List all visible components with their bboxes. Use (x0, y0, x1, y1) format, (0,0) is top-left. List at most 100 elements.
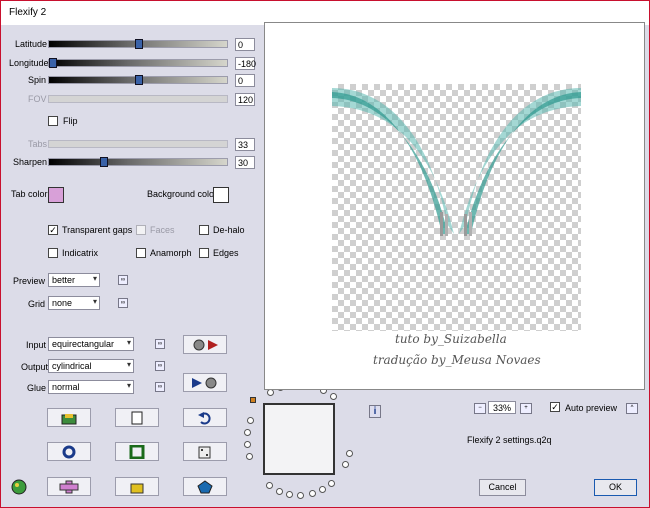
anamorph-checkbox[interactable] (136, 248, 146, 258)
ring-dot[interactable] (342, 461, 350, 469)
transparent-gaps-label: Transparent gaps (62, 225, 133, 235)
plus-icon (59, 480, 79, 493)
latitude-label: Latitude (15, 39, 48, 49)
plus-tool-button[interactable] (47, 477, 91, 496)
cube-icon (130, 483, 144, 493)
link-icon[interactable]: ∞ (118, 275, 128, 285)
output-select-value: cylindrical (52, 361, 92, 371)
longitude-slider[interactable] (48, 58, 228, 68)
link-icon[interactable]: ∞ (118, 298, 128, 308)
undo-button[interactable] (183, 408, 227, 427)
sharpen-label: Sharpen (13, 157, 48, 167)
preview-pane[interactable]: tuto by_Suizabella tradução by_Meusa Nov… (264, 22, 645, 390)
anchor-handle[interactable] (250, 397, 256, 403)
background-color-swatch[interactable] (213, 187, 229, 203)
info-icon[interactable]: i (369, 405, 381, 418)
input-select[interactable]: equirectangular ▾ (48, 337, 134, 351)
globe-arrow-icon (193, 339, 218, 350)
edges-label: Edges (213, 248, 239, 258)
latitude-thumb[interactable] (135, 39, 143, 49)
zoom-in-button[interactable]: + (520, 403, 532, 414)
chevron-down-icon: ▾ (126, 381, 131, 390)
spin-value[interactable]: 0 (235, 74, 255, 87)
swap-input-button[interactable] (183, 335, 227, 354)
longitude-label: Longitude (9, 58, 49, 68)
expand-button[interactable]: ^ (626, 403, 638, 414)
spin-thumb[interactable] (135, 75, 143, 85)
zoom-out-button[interactable]: − (474, 403, 486, 414)
link-icon[interactable]: ∞ (155, 361, 165, 371)
fov-value: 120 (235, 93, 255, 106)
ring-dot[interactable] (346, 449, 354, 457)
circle-tool-button[interactable] (47, 442, 91, 461)
auto-preview-label: Auto preview (565, 403, 618, 413)
flexify-dialog: Flexify 2 Latitude 0 Longitude -180 Spin… (0, 0, 650, 508)
auto-preview-checkbox[interactable]: ✓ (550, 402, 560, 412)
ring-dot[interactable] (275, 487, 283, 495)
ring-dot[interactable] (246, 417, 254, 425)
open-preset-button[interactable] (47, 408, 91, 427)
ring-dot[interactable] (244, 429, 252, 437)
pentagon-icon (197, 479, 213, 493)
tab-color-swatch[interactable] (48, 187, 64, 203)
ring-dot[interactable] (246, 452, 254, 460)
grid-label: Grid (28, 299, 46, 309)
chevron-down-icon: ▾ (126, 338, 131, 347)
pentagon-tool-button[interactable] (183, 477, 227, 496)
flip-checkbox[interactable] (48, 116, 58, 126)
ring-dot[interactable] (286, 491, 294, 499)
zoom-value: 33% (488, 401, 516, 414)
spin-label: Spin (28, 75, 47, 85)
ring-dot[interactable] (328, 479, 336, 487)
dehalo-checkbox[interactable] (199, 225, 209, 235)
longitude-value[interactable]: -180 (235, 57, 256, 70)
sharpen-value[interactable]: 30 (235, 156, 255, 169)
preview-image (332, 84, 581, 331)
latitude-slider[interactable] (48, 39, 228, 49)
grid-select[interactable]: none ▾ (48, 296, 100, 310)
edges-checkbox[interactable] (199, 248, 209, 258)
ok-button[interactable]: OK (594, 479, 637, 496)
link-icon[interactable]: ∞ (155, 339, 165, 349)
sharpen-thumb[interactable] (100, 157, 108, 167)
square-tool-button[interactable] (115, 442, 159, 461)
cancel-button[interactable]: Cancel (479, 479, 526, 496)
ring-dot[interactable] (297, 491, 305, 499)
fov-label: FOV (28, 94, 47, 104)
thumbnail-preview[interactable] (263, 403, 335, 475)
glue-select[interactable]: normal ▾ (48, 380, 134, 394)
ring-dot[interactable] (329, 393, 337, 401)
chevron-down-icon: ▾ (92, 274, 97, 283)
ring-dot[interactable] (244, 441, 252, 449)
watermark-line1: tuto by_Suizabella (395, 332, 507, 346)
link-icon[interactable]: ∞ (155, 382, 165, 392)
random-button[interactable] (183, 442, 227, 461)
preview-label: Preview (13, 276, 46, 286)
glue-select-value: normal (52, 382, 80, 392)
longitude-thumb[interactable] (49, 58, 57, 68)
sharpen-slider[interactable] (48, 157, 228, 167)
latitude-value[interactable]: 0 (235, 38, 255, 51)
ring-dot[interactable] (265, 481, 273, 489)
transparent-gaps-checkbox[interactable]: ✓ (48, 225, 58, 235)
cube-tool-button[interactable] (115, 477, 159, 496)
arrow-globe-icon (192, 377, 217, 388)
folder-icon (61, 413, 77, 424)
indicatrix-checkbox[interactable] (48, 248, 58, 258)
ring-dot[interactable] (308, 490, 316, 498)
new-document-button[interactable] (115, 408, 159, 427)
spin-slider[interactable] (48, 75, 228, 85)
chevron-down-icon: ▾ (92, 297, 97, 306)
watermark-line2: tradução by_Meusa Novaes (373, 353, 541, 367)
input-select-value: equirectangular (52, 339, 115, 349)
undo-icon (198, 411, 211, 424)
output-label: Output (21, 362, 49, 372)
output-select[interactable]: cylindrical ▾ (48, 359, 134, 373)
preview-select[interactable]: better ▾ (48, 273, 100, 287)
input-label: Input (26, 340, 47, 350)
preview-select-value: better (52, 275, 76, 285)
tabs-slider (48, 140, 228, 148)
swap-output-button[interactable] (183, 373, 227, 392)
ring-dot[interactable] (319, 486, 327, 494)
ring-dot[interactable] (267, 389, 275, 397)
